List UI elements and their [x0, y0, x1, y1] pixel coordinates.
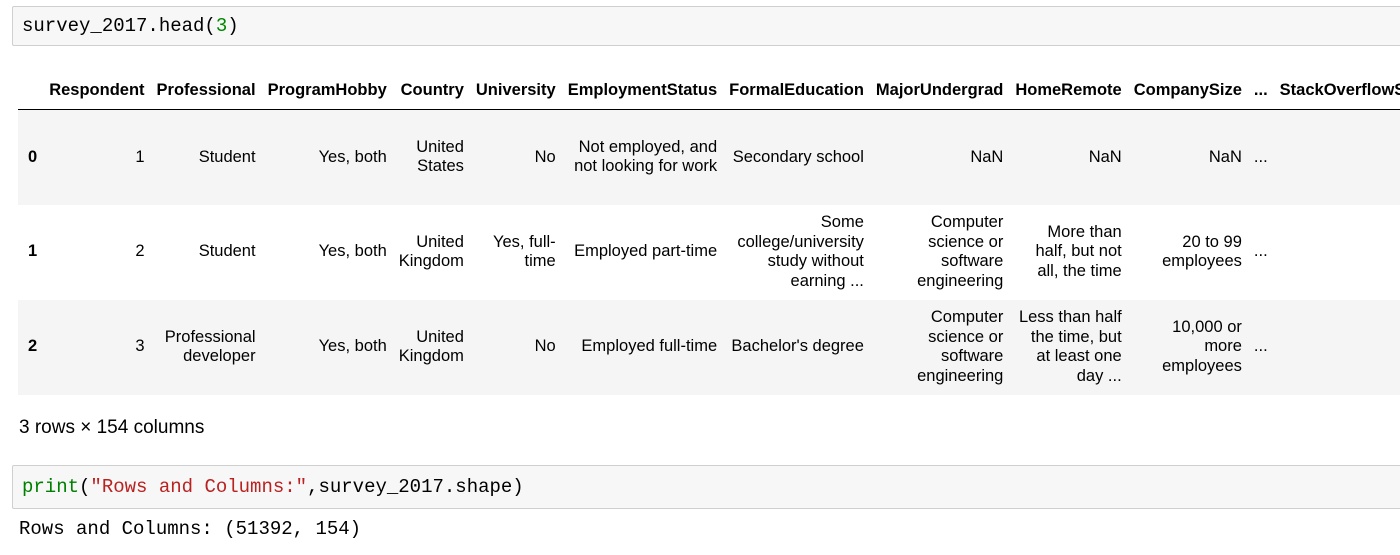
table-cell: NaN	[1088, 147, 1122, 166]
column-header: MajorUndergrad	[869, 72, 1010, 110]
table-cell: NaN	[1208, 147, 1242, 166]
column-header: Respondent	[43, 72, 151, 110]
column-header: HomeRemote	[1009, 72, 1128, 110]
table-cell: Student	[198, 147, 256, 166]
table-row: 0 1 Student Yes, both United States No Not emp…	[18, 109, 1400, 205]
table-cell	[1274, 205, 1400, 300]
table-cell	[1274, 300, 1400, 395]
table-cell: Yes, full-time	[493, 232, 556, 271]
table-cell: 2	[135, 242, 145, 261]
code-rest: ,survey_2017.shape)	[307, 476, 524, 498]
row-index: 0	[28, 147, 38, 166]
column-header: FormalEducation	[723, 72, 870, 110]
table-cell: Less than half the time, but at least on…	[1018, 308, 1122, 385]
code-text-end: )	[227, 15, 239, 37]
table-header-row: Respondent Professional ProgramHobby Countr…	[18, 72, 1400, 110]
table-cell: Not employed, and not looking for work	[574, 137, 718, 176]
table-cell: Computer science or software engineering	[917, 308, 1004, 385]
table-cell: Yes, both	[318, 337, 387, 356]
table-cell: 3	[135, 337, 145, 356]
table-cell: Student	[198, 242, 256, 261]
print-output: Rows and Columns: (51392, 154)	[19, 518, 362, 540]
table-cell: No	[534, 147, 556, 166]
column-header: StackOverflowSatisfaction	[1273, 72, 1400, 110]
column-header: EmploymentStatus	[561, 72, 724, 110]
code-text: survey_2017.head(	[22, 15, 216, 37]
table-cell: Professional developer	[164, 327, 256, 366]
column-header: ProgramHobby	[261, 72, 393, 110]
table-cell: Employed full-time	[581, 337, 718, 356]
table-cell: Some college/university study without ea…	[737, 213, 864, 290]
table-cell: Bachelor's degree	[731, 337, 864, 356]
code-number: 3	[215, 15, 228, 37]
table-row: 1 2 Student Yes, both United Kingdom Yes, ful…	[18, 204, 1400, 300]
table-cell: 20 to 99 employees	[1162, 232, 1242, 271]
dataframe-shape-label: 3 rows × 154 columns	[19, 417, 205, 438]
table-cell: More than half, but not all, the time	[1035, 222, 1122, 280]
table-row: 2 3 Professional developer Yes, both United …	[18, 299, 1400, 395]
table-cell: Computer science or software engineering	[917, 213, 1004, 290]
column-header: University	[469, 72, 562, 110]
column-header: Country	[392, 72, 470, 110]
table-cell: NaN	[970, 147, 1004, 166]
table-cell: No	[534, 337, 556, 356]
column-header: ...	[1247, 72, 1274, 110]
table-cell: United Kingdom	[398, 232, 464, 271]
row-index: 2	[28, 337, 38, 356]
table-cell: United States	[416, 137, 464, 176]
code-paren: (	[79, 476, 91, 498]
table-cell	[1274, 110, 1400, 205]
table-cell: 1	[135, 147, 145, 166]
dataframe-output: Respondent Professional ProgramHobby Countr…	[18, 72, 1400, 395]
table-cell: United Kingdom	[398, 327, 464, 366]
table-cell: ...	[1253, 337, 1268, 356]
table-cell: Yes, both	[318, 242, 387, 261]
dataframe-table: Respondent Professional ProgramHobby Countr…	[18, 72, 1400, 395]
table-cell: ...	[1253, 242, 1268, 261]
code-cell-head[interactable]: survey_2017.head(3)	[12, 6, 1400, 46]
column-header: Professional	[150, 72, 262, 110]
table-cell: Secondary school	[732, 147, 864, 166]
table-cell: ...	[1253, 147, 1268, 166]
code-cell-print[interactable]: print("Rows and Columns:" ,survey_2017.sh…	[12, 465, 1400, 509]
table-cell: Yes, both	[318, 147, 387, 166]
column-header: CompanySize	[1127, 72, 1248, 110]
row-index: 1	[28, 242, 38, 261]
table-cell: Employed part-time	[574, 242, 718, 261]
code-func: print	[22, 476, 80, 498]
index-header	[18, 72, 44, 110]
table-cell: 10,000 or more employees	[1162, 317, 1242, 375]
code-string: "Rows and Columns:"	[90, 476, 308, 498]
